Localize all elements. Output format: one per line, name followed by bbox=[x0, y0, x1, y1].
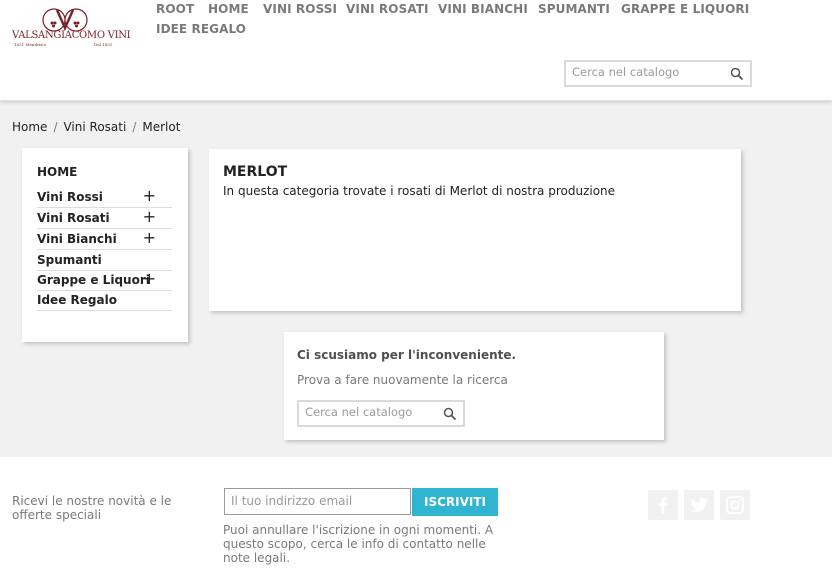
main-content: Home / Vini Rosati / Merlot HOME Vini Rossi … bbox=[0, 101, 832, 457]
nav-item-home[interactable]: HOME bbox=[208, 2, 249, 16]
sidebar-item-label[interactable]: Spumanti bbox=[37, 253, 102, 267]
nav-item-idee-regalo[interactable]: IDEE REGALO bbox=[156, 22, 246, 36]
expand-icon[interactable]: + bbox=[143, 269, 156, 288]
search-input[interactable]: Cerca nel catalogo bbox=[305, 405, 412, 419]
expand-icon[interactable]: + bbox=[143, 186, 156, 205]
site-header: VALSANGIACOMO VINI 1831 Mendrisio Dal 18… bbox=[0, 0, 832, 101]
no-results-search[interactable]: Cerca nel catalogo bbox=[297, 400, 465, 427]
sidebar-item-label[interactable]: Grappe e Liquori bbox=[37, 273, 150, 287]
breadcrumb-item-vini-rosati[interactable]: Vini Rosati bbox=[63, 120, 126, 134]
sidebar-item-label[interactable]: Vini Rossi bbox=[37, 190, 103, 204]
brand-logo[interactable]: VALSANGIACOMO VINI 1831 Mendrisio Dal 18… bbox=[12, 6, 131, 50]
facebook-icon[interactable] bbox=[651, 493, 675, 517]
sidebar-item-label[interactable]: Vini Rosati bbox=[37, 211, 110, 225]
nav-item-vini-rossi[interactable]: VINI ROSSI bbox=[263, 2, 337, 16]
sidebar-item-idee-regalo[interactable]: Idee Regalo bbox=[37, 291, 172, 311]
brand-tagline-left: 1831 Mendrisio bbox=[14, 42, 46, 47]
sidebar-item-vini-rosati[interactable]: Vini Rosati + bbox=[37, 207, 172, 229]
category-title: MERLOT bbox=[223, 164, 288, 180]
sidebar-item-vini-bianchi[interactable]: Vini Bianchi + bbox=[37, 228, 172, 250]
category-sidebar: HOME Vini Rossi + Vini Rosati + Vini Bia… bbox=[22, 148, 188, 342]
category-description: In questa categoria trovate i rosati di … bbox=[223, 184, 616, 198]
search-icon[interactable] bbox=[443, 407, 457, 421]
sidebar-item-spumanti[interactable]: Spumanti bbox=[37, 251, 172, 271]
breadcrumb: Home / Vini Rosati / Merlot bbox=[12, 120, 180, 134]
nav-item-grappe-e-liquori[interactable]: GRAPPE E LIQUORI bbox=[621, 2, 749, 16]
instagram-icon[interactable] bbox=[723, 493, 747, 517]
instagram-link[interactable] bbox=[720, 490, 750, 520]
breadcrumb-item-home[interactable]: Home bbox=[12, 120, 47, 134]
twitter-link[interactable] bbox=[684, 490, 714, 520]
site-footer: Ricevi le nostre novità e le offerte spe… bbox=[0, 457, 832, 582]
twitter-icon[interactable] bbox=[687, 493, 711, 517]
sidebar-home-link[interactable]: HOME bbox=[37, 165, 77, 179]
breadcrumb-separator: / bbox=[53, 120, 58, 134]
nav-item-root[interactable]: ROOT bbox=[156, 2, 194, 16]
brand-tagline-right: Dal 1831 bbox=[94, 42, 113, 47]
sidebar-item-label[interactable]: Idee Regalo bbox=[37, 293, 117, 307]
facebook-link[interactable] bbox=[648, 490, 678, 520]
subscribe-button[interactable]: ISCRIVITI bbox=[412, 488, 498, 516]
no-results-message: Prova a fare nuovamente la ricerca bbox=[297, 373, 508, 387]
expand-icon[interactable]: + bbox=[143, 207, 156, 226]
newsletter-note: Puoi annullare l'iscrizione in ogni mome… bbox=[223, 523, 494, 565]
no-results-panel: Ci scusiamo per l'inconveniente. Prova a… bbox=[284, 332, 664, 440]
logo-emblem-icon bbox=[42, 8, 88, 32]
nav-item-spumanti[interactable]: SPUMANTI bbox=[538, 2, 610, 16]
search-icon[interactable] bbox=[730, 67, 744, 81]
email-placeholder[interactable]: Il tuo indirizzo email bbox=[231, 494, 352, 508]
search-input[interactable]: Cerca nel catalogo bbox=[572, 65, 679, 79]
sidebar-item-label[interactable]: Vini Bianchi bbox=[37, 232, 117, 246]
newsletter-label: Ricevi le nostre novità e le offerte spe… bbox=[12, 494, 172, 522]
header-search[interactable]: Cerca nel catalogo bbox=[564, 60, 752, 87]
breadcrumb-item-merlot[interactable]: Merlot bbox=[142, 120, 180, 134]
expand-icon[interactable]: + bbox=[143, 228, 156, 247]
nav-item-vini-bianchi[interactable]: VINI BIANCHI bbox=[438, 2, 528, 16]
brand-name: VALSANGIACOMO VINI bbox=[12, 30, 131, 41]
category-header: MERLOT In questa categoria trovate i ros… bbox=[209, 149, 741, 311]
no-results-heading: Ci scusiamo per l'inconveniente. bbox=[297, 348, 517, 362]
nav-item-vini-rosati[interactable]: VINI ROSATI bbox=[346, 2, 429, 16]
breadcrumb-separator: / bbox=[132, 120, 137, 134]
sidebar-item-grappe-e-liquori[interactable]: Grappe e Liquori + bbox=[37, 269, 172, 291]
email-field[interactable]: Il tuo indirizzo email bbox=[224, 488, 411, 515]
sidebar-item-vini-rossi[interactable]: Vini Rossi + bbox=[37, 186, 172, 208]
